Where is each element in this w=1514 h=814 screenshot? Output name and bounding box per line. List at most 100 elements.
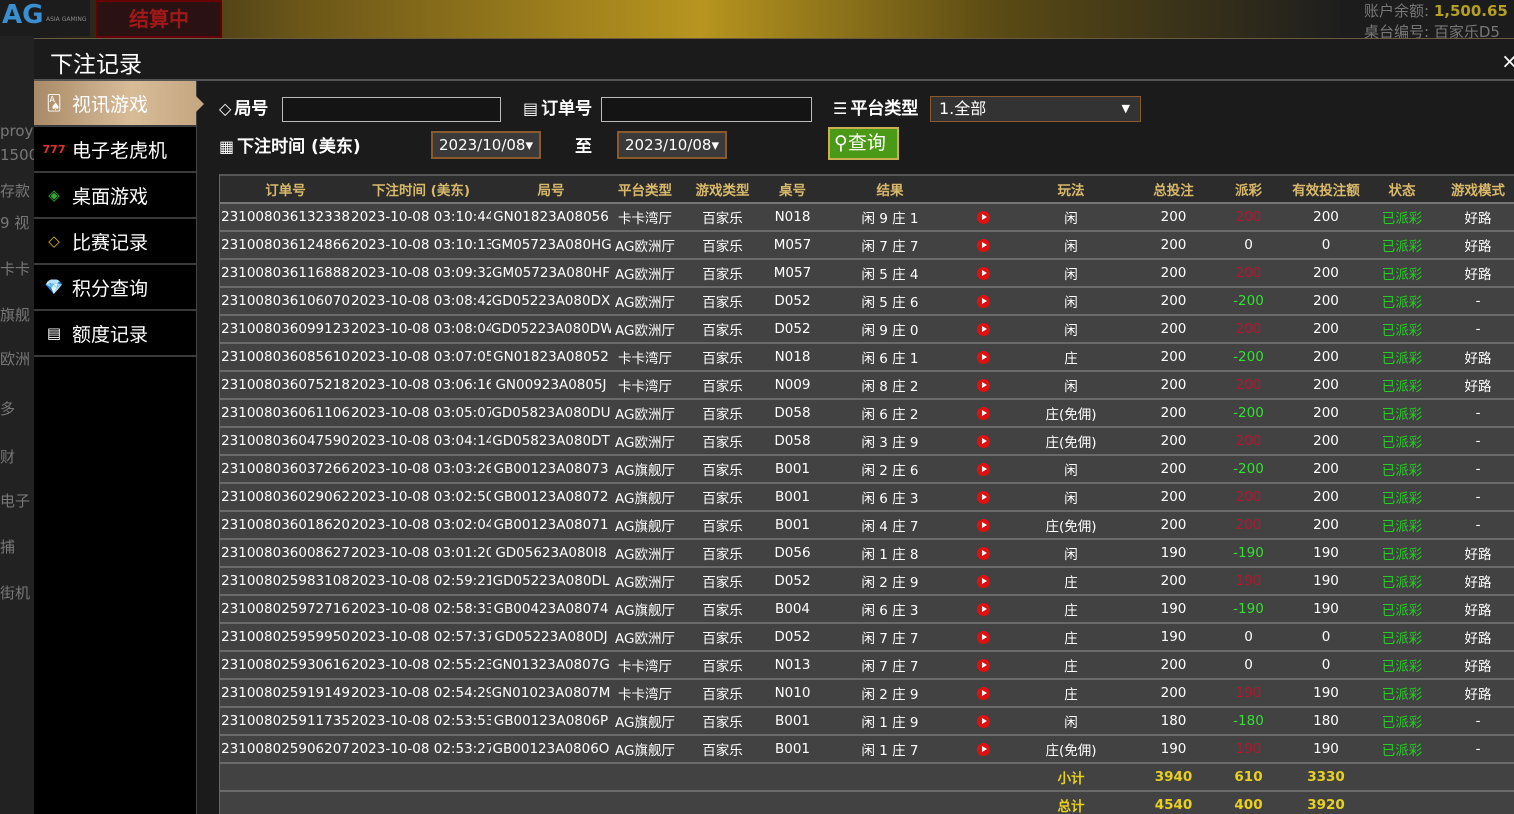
table-row[interactable]: 231008036099123 2023-10-08 03:08:04 GD0522… <box>220 315 1514 344</box>
game-type: 百家乐 <box>679 679 766 708</box>
valid-bet: 190 <box>1286 735 1366 764</box>
calendar-icon: ▦ <box>219 137 235 156</box>
play-video-icon[interactable] <box>977 378 990 392</box>
play-video-icon[interactable] <box>977 574 990 588</box>
play-video-icon[interactable] <box>977 518 990 532</box>
result: 闲 9 庄 0 <box>819 315 961 344</box>
bet-type: 庄 <box>1006 651 1136 680</box>
play-video-icon[interactable] <box>977 406 990 420</box>
table-row[interactable]: 231008025959950 2023-10-08 02:57:37 GD0522… <box>220 623 1514 652</box>
modal-titlebar: 下注记录 × <box>34 39 1514 81</box>
chips-icon: ◈ <box>48 186 60 204</box>
game-mode: 好路 <box>1438 343 1514 372</box>
table-row[interactable]: 231008036008627 2023-10-08 03:01:20 GD0562… <box>220 539 1514 568</box>
sidebar-item[interactable]: ▤ 额度记录 <box>34 311 196 357</box>
sidebar-item-label: 电子老虎机 <box>72 139 168 162</box>
play-video-icon[interactable] <box>977 210 990 224</box>
status: 已派彩 <box>1366 203 1438 232</box>
result: 闲 7 庄 7 <box>819 231 961 260</box>
sidebar-item[interactable]: 💎 积分查询 <box>34 265 196 311</box>
round-label-text: 局号 <box>234 99 269 119</box>
table-row[interactable]: 231008036047590 2023-10-08 03:04:14 GD0582… <box>220 427 1514 456</box>
table-row[interactable]: 231008036124866 2023-10-08 03:10:13 GM0572… <box>220 231 1514 260</box>
round-id: GB00123A0806O <box>491 735 611 764</box>
empty-cell <box>961 791 1006 814</box>
play-video-icon[interactable] <box>977 350 990 364</box>
sidebar-item[interactable]: ◈ 桌面游戏 <box>34 173 196 219</box>
table-row[interactable]: 231008036106070 2023-10-08 03:08:42 GD0522… <box>220 287 1514 316</box>
game-mode: - <box>1438 707 1514 736</box>
order-id: 231008025972716 <box>220 595 351 624</box>
table-row[interactable]: 231008025983108 2023-10-08 02:59:21 GD0522… <box>220 567 1514 596</box>
game-mode: - <box>1438 511 1514 540</box>
result: 闲 5 庄 4 <box>819 259 961 288</box>
order-input[interactable] <box>601 97 812 122</box>
sidebar-item[interactable]: 🂡 视讯游戏 <box>34 81 204 127</box>
game-type: 百家乐 <box>679 231 766 260</box>
date-from-picker[interactable]: 2023/10/08▾ <box>431 131 541 159</box>
table-row[interactable]: 231008036018620 2023-10-08 03:02:04 GB0012… <box>220 511 1514 540</box>
background-left-panel: proy 1500 存款 9 视卡卡 旗舰 欧洲多财电子捕街机 <box>0 0 38 814</box>
table-row[interactable]: 231008036029062 2023-10-08 03:02:50 GB0012… <box>220 483 1514 512</box>
query-button[interactable]: ⚲查询 <box>828 127 899 160</box>
empty-cell <box>491 763 611 792</box>
valid-bet: 200 <box>1286 203 1366 232</box>
table-row[interactable]: 231008025906207 2023-10-08 02:53:27 GB0012… <box>220 735 1514 764</box>
table-id: D058 <box>766 427 819 456</box>
round-id: GB00123A0806P <box>491 707 611 736</box>
play-video-icon[interactable] <box>977 602 990 616</box>
round-input[interactable] <box>282 97 501 122</box>
status: 已派彩 <box>1366 679 1438 708</box>
play-video-icon[interactable] <box>977 658 990 672</box>
table-row[interactable]: 231008025972716 2023-10-08 02:58:33 GB0042… <box>220 595 1514 624</box>
platform-select[interactable]: 1.全部 ▼ <box>930 96 1141 122</box>
payout: -190 <box>1211 595 1286 624</box>
play-video-icon[interactable] <box>977 630 990 644</box>
play-video-icon[interactable] <box>977 742 990 756</box>
table-row[interactable]: 231008036132338 2023-10-08 03:10:44 GN0182… <box>220 203 1514 232</box>
bet-type: 闲 <box>1006 315 1136 344</box>
table-row[interactable]: 231008036085610 2023-10-08 03:07:05 GN0182… <box>220 343 1514 372</box>
empty-cell <box>611 763 679 792</box>
background-text: 电子 <box>0 492 31 510</box>
table-id: B001 <box>766 511 819 540</box>
play-video-icon[interactable] <box>977 546 990 560</box>
bet-table-container[interactable]: 订单号 下注时间 (美东) 局号 平台类型 游戏类型 桌号 结果 玩法 总投注 派彩 有效投注额 状态… <box>219 174 1514 814</box>
play-video-icon[interactable] <box>977 686 990 700</box>
play-video-icon[interactable] <box>977 490 990 504</box>
table-row[interactable]: 231008025911735 2023-10-08 02:53:53 GB0012… <box>220 707 1514 736</box>
play-video-icon[interactable] <box>977 462 990 476</box>
table-header: 订单号 下注时间 (美东) 局号 平台类型 游戏类型 桌号 结果 玩法 总投注 派彩 有效投注额 状态… <box>220 174 1514 204</box>
bet-time: 2023-10-08 02:59:21 <box>351 567 491 596</box>
table-id: D052 <box>766 315 819 344</box>
replay-cell <box>961 595 1006 624</box>
game-mode: - <box>1438 315 1514 344</box>
close-button[interactable]: × <box>1501 49 1514 73</box>
play-video-icon[interactable] <box>977 714 990 728</box>
sidebar-item[interactable]: ◇ 比赛记录 <box>34 219 196 265</box>
bet-type: 闲 <box>1006 707 1136 736</box>
table-id: B004 <box>766 595 819 624</box>
round-id: GN01323A0807G <box>491 651 611 680</box>
modal-title: 下注记录 <box>50 52 142 78</box>
sidebar-item[interactable]: 777 电子老虎机 <box>34 127 196 173</box>
replay-cell <box>961 203 1006 232</box>
table-row[interactable]: 231008025930616 2023-10-08 02:55:23 GN0132… <box>220 651 1514 680</box>
bet-time: 2023-10-08 02:53:53 <box>351 707 491 736</box>
play-video-icon[interactable] <box>977 434 990 448</box>
play-video-icon[interactable] <box>977 266 990 280</box>
play-video-icon[interactable] <box>977 238 990 252</box>
platform: AG欧洲厅 <box>611 259 679 288</box>
play-video-icon[interactable] <box>977 294 990 308</box>
table-row[interactable]: 231008036116888 2023-10-08 03:09:32 GM0572… <box>220 259 1514 288</box>
table-row[interactable]: 231008025919149 2023-10-08 02:54:29 GN0102… <box>220 679 1514 708</box>
valid-bet: 0 <box>1286 231 1366 260</box>
play-video-icon[interactable] <box>977 322 990 336</box>
result: 闲 6 庄 2 <box>819 399 961 428</box>
document-icon: ▤ <box>46 324 62 342</box>
table-row[interactable]: 231008036061106 2023-10-08 03:05:07 GD0582… <box>220 399 1514 428</box>
table-row[interactable]: 231008036037266 2023-10-08 03:03:26 GB0012… <box>220 455 1514 484</box>
table-row[interactable]: 231008036075218 2023-10-08 03:06:16 GN0092… <box>220 371 1514 400</box>
date-to-picker[interactable]: 2023/10/08▾ <box>617 131 727 159</box>
bet-time: 2023-10-08 03:04:14 <box>351 427 491 456</box>
